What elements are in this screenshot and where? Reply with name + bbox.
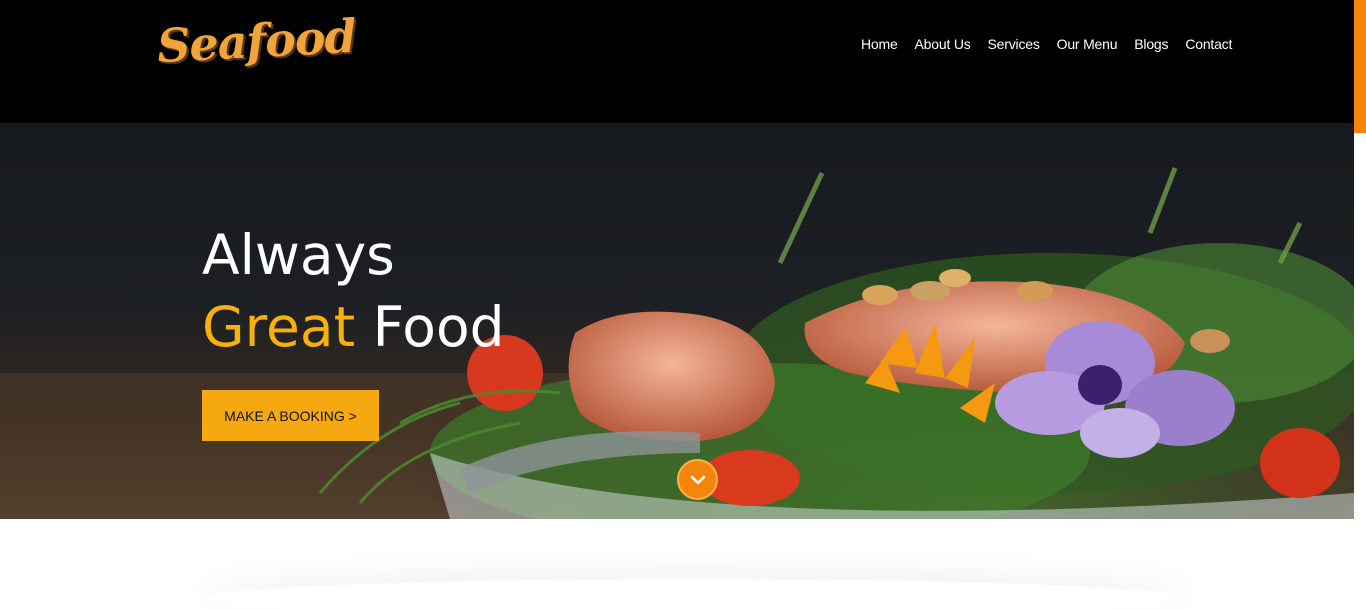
nav-item-contact[interactable]: Contact [1185, 36, 1232, 52]
hero-title-accent: Great [202, 295, 356, 359]
nav-item-blogs[interactable]: Blogs [1134, 36, 1168, 52]
hero-title-line1: Always [202, 223, 395, 287]
site-header: Seafood Home About Us Services Our Menu … [0, 0, 1366, 123]
hero-banner: Always Great Food MAKE A BOOKING > [0, 123, 1354, 519]
card-shadow [200, 579, 1190, 610]
make-booking-button[interactable]: MAKE A BOOKING > [202, 390, 379, 441]
chevron-down-icon [690, 475, 705, 484]
nav-item-home[interactable]: Home [861, 36, 898, 52]
nav-item-services[interactable]: Services [988, 36, 1040, 52]
content-area [0, 519, 1354, 610]
hero-title: Always Great Food [202, 219, 505, 363]
hero-title-rest: Food [372, 295, 505, 359]
page-scrollbar[interactable] [1354, 0, 1366, 133]
nav-item-about-us[interactable]: About Us [915, 36, 971, 52]
logo[interactable]: Seafood [156, 9, 357, 73]
nav-item-our-menu[interactable]: Our Menu [1057, 36, 1118, 52]
scroll-down-button[interactable] [677, 459, 718, 500]
main-nav: Home About Us Services Our Menu Blogs Co… [861, 36, 1232, 52]
